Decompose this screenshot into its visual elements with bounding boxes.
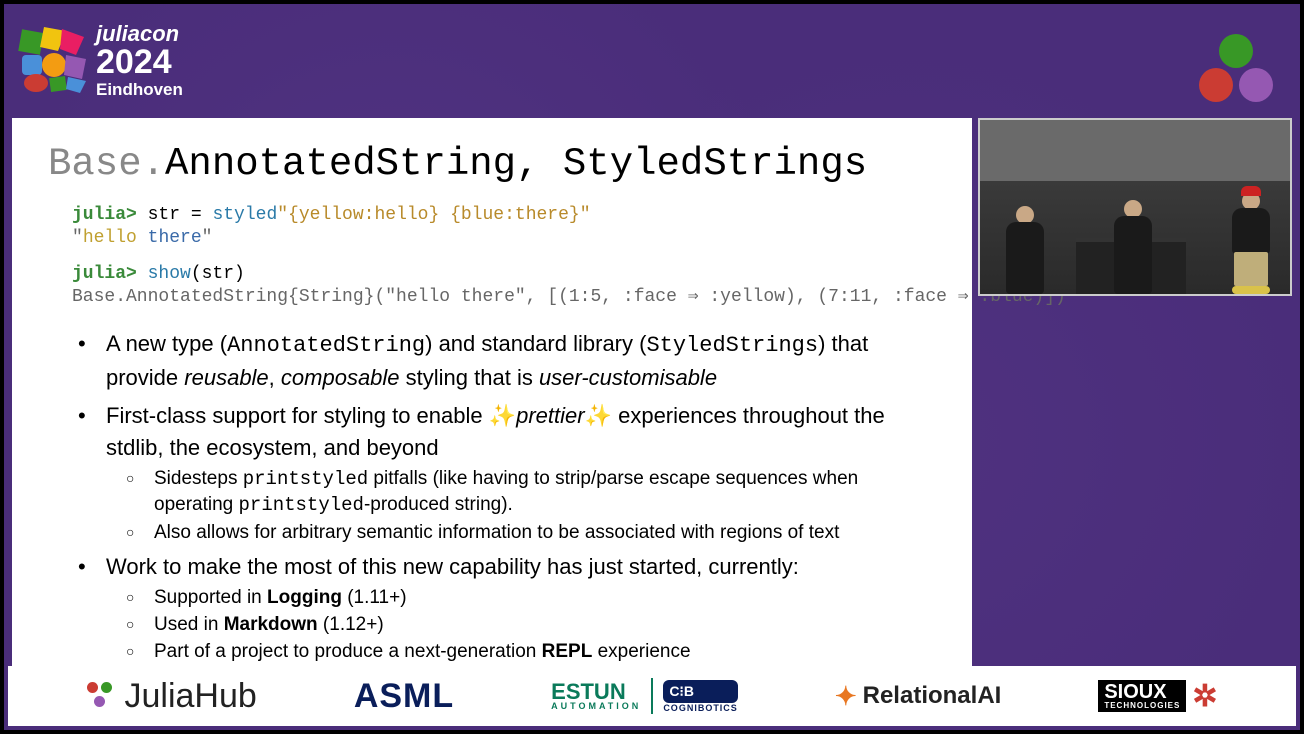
slide-title-namespace: Base. [48,142,165,186]
header-bar: juliacon 2024 Eindhoven [4,4,1300,114]
juliahub-dots-icon [87,682,117,710]
slide-content: Base.AnnotatedString, StyledStrings juli… [12,118,972,668]
sponsor-sioux: SIOUX TECHNOLOGIES ✲ [1098,679,1217,714]
divider-icon [651,678,653,714]
cognibotics-logo: C⁝B COGNIBOTICS [663,680,738,713]
sponsor-juliahub: JuliaHub [87,677,257,716]
estun-logo: ESTUN AUTOMATION [551,682,641,710]
sponsor-asml: ASML [354,677,454,716]
speaker-3 [1226,192,1276,294]
speaker-2 [1108,200,1158,294]
bullet-3: Work to make the most of this new capabi… [48,551,936,664]
bullet-3-sub-1: Supported in Logging (1.11+) [106,585,936,611]
code-example-2: julia> show(str) Base.AnnotatedString{St… [72,263,936,308]
bullet-1: A new type (AnnotatedString) and standar… [48,328,936,394]
speaker-camera-feed [978,118,1292,296]
sponsor-relationalai: ✦ RelationalAI [835,681,1002,712]
bullet-3-sub-2: Used in Markdown (1.12+) [106,612,936,638]
sioux-logo-box: SIOUX TECHNOLOGIES [1098,680,1186,713]
gear-icon: ✲ [1192,679,1217,714]
relationalai-text: RelationalAI [863,682,1002,710]
sponsor-estun-cognibotics: ESTUN AUTOMATION C⁝B COGNIBOTICS [551,678,738,714]
bullet-list: A new type (AnnotatedString) and standar… [48,328,936,664]
bullet-2: First-class support for styling to enabl… [48,400,936,546]
juliacon-logo-icon [18,25,88,95]
conference-title-block: juliacon 2024 Eindhoven [96,22,183,99]
bullet-2-sub-1: Sidesteps printstyled pitfalls (like hav… [106,466,936,519]
julia-dots-icon [1196,34,1276,106]
code-example-1: julia> str = styled"{yellow:hello} {blue… [72,204,936,249]
presentation-frame: juliacon 2024 Eindhoven Base.AnnotatedSt… [4,4,1300,730]
conference-logo: juliacon 2024 Eindhoven [18,22,183,99]
sponsor-bar: JuliaHub ASML ESTUN AUTOMATION C⁝B COGNI… [8,666,1296,726]
juliahub-text: JuliaHub [125,677,257,716]
bullet-3-sub-3: Part of a project to produce a next-gene… [106,639,936,665]
bullet-2-sub-2: Also allows for arbitrary semantic infor… [106,520,936,546]
conference-city: Eindhoven [96,81,183,99]
relationalai-icon: ✦ [835,681,857,712]
conference-name: juliacon [96,22,183,45]
slide-title-main: AnnotatedString, StyledStrings [165,142,867,186]
conference-year: 2024 [96,45,183,81]
slide-title: Base.AnnotatedString, StyledStrings [48,142,936,186]
speaker-1 [1000,206,1050,294]
